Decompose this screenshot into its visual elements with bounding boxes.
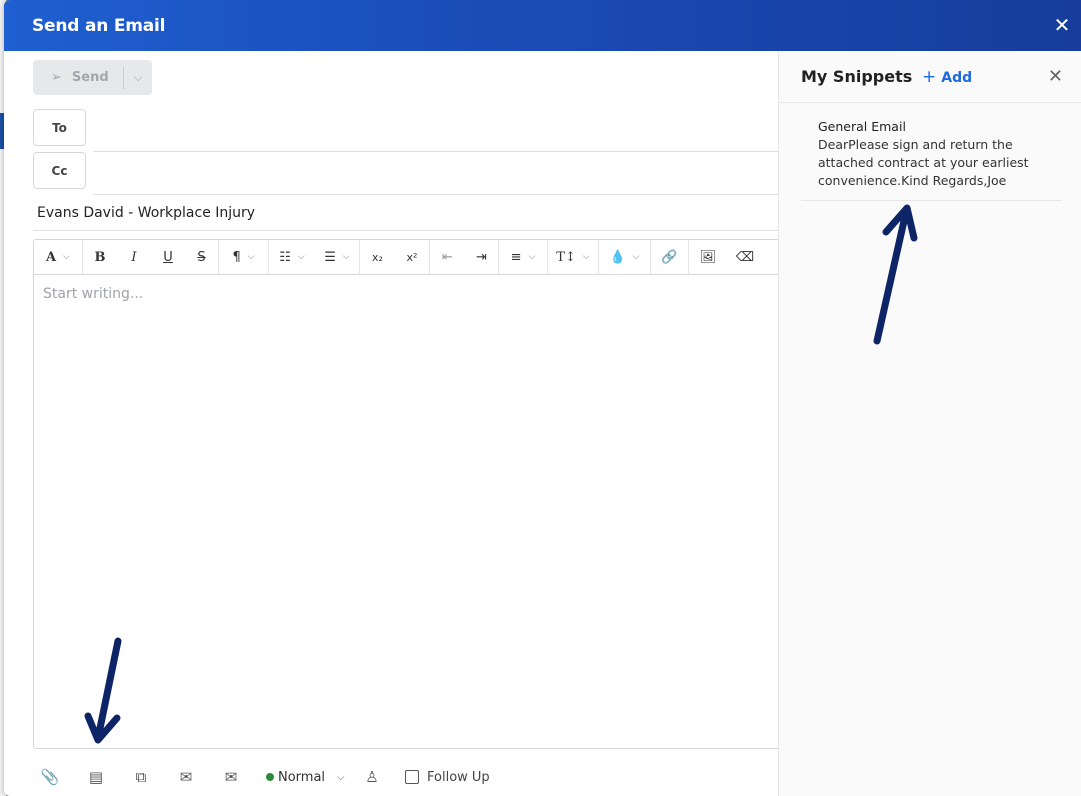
email-composer: ➢ Send ⌵ To Cc Evans David - Workplace I… xyxy=(4,51,793,796)
cc-button[interactable]: Cc xyxy=(33,152,86,189)
snippets-header: My Snippets + Add ✕ xyxy=(779,51,1081,103)
snippet-name: General Email xyxy=(818,119,906,134)
ordered-list-icon[interactable]: ☷ ⌵ xyxy=(269,240,315,275)
send-email-modal: Send an Email ✕ ➢ Send ⌵ To Cc Evans Dav… xyxy=(4,0,1081,796)
text-color-icon[interactable]: 💧 ⌵ xyxy=(599,239,651,275)
subject-input[interactable]: Evans David - Workplace Injury xyxy=(33,195,778,231)
composer-footer: 📎 ▤ ⧉ ✉ ✉ Normal ⌵ ♙ Follow Up xyxy=(4,756,778,796)
add-snippet-button[interactable]: + Add xyxy=(922,67,972,87)
plus-icon: + xyxy=(922,67,937,87)
to-button[interactable]: To xyxy=(33,109,86,146)
priority-select[interactable]: Normal ⌵ xyxy=(266,766,345,788)
eraser-icon[interactable]: ⌫ xyxy=(727,240,763,275)
follow-up-checkbox[interactable]: Follow Up xyxy=(405,766,490,788)
indent-icon[interactable]: ⇥ xyxy=(465,239,499,275)
snippet-body: DearPlease sign and return the attached … xyxy=(818,137,1029,188)
link-icon[interactable]: 🔗 xyxy=(651,239,689,275)
cc-row: Cc xyxy=(33,152,778,195)
snippet-icon[interactable]: ▤ xyxy=(85,766,107,788)
template-icon[interactable]: ⧉ xyxy=(130,766,152,788)
strikethrough-icon[interactable]: S xyxy=(185,239,219,275)
snippet-item[interactable]: General Email DearPlease sign and return… xyxy=(801,116,1062,201)
priority-dot xyxy=(266,773,274,781)
paragraph-icon[interactable]: ¶ ⌵ xyxy=(219,239,269,275)
font-family-icon[interactable]: A ⌵ xyxy=(34,239,83,275)
unordered-list-icon[interactable]: ☰ ⌵ xyxy=(315,239,360,275)
email-contacts-icon[interactable]: ✉ xyxy=(220,766,242,788)
text-size-icon[interactable]: T↕ ⌵ xyxy=(548,239,599,275)
send-icon: ➢ xyxy=(51,70,62,85)
checkbox-icon xyxy=(405,770,419,784)
send-label: Send xyxy=(71,70,109,85)
align-icon[interactable]: ≡ ⌵ xyxy=(499,239,548,275)
priority-value: Normal xyxy=(278,769,326,785)
send-button[interactable]: ➢ Send xyxy=(33,60,123,95)
underline-icon[interactable]: U xyxy=(151,240,185,275)
snippets-title: My Snippets xyxy=(801,67,913,86)
close-icon[interactable]: ✕ xyxy=(1048,66,1063,87)
close-icon[interactable]: ✕ xyxy=(1051,14,1073,36)
to-row: To xyxy=(33,109,778,152)
modal-header: Send an Email ✕ xyxy=(4,0,1081,51)
italic-icon[interactable]: I xyxy=(117,240,151,275)
follow-up-label: Follow Up xyxy=(427,769,490,785)
chevron-down-icon: ⌵ xyxy=(337,771,345,783)
bold-icon[interactable]: B xyxy=(83,240,117,275)
email-open-icon[interactable]: ✉ xyxy=(175,766,197,788)
modal-title: Send an Email xyxy=(32,15,166,36)
outdent-icon[interactable]: ⇤ xyxy=(430,240,465,275)
snippets-panel: My Snippets + Add ✕ General Email DearPle… xyxy=(778,51,1081,796)
chevron-down-icon[interactable]: ⌵ xyxy=(124,70,152,85)
subscript-icon[interactable]: x₂ xyxy=(360,240,395,275)
superscript-icon[interactable]: x² xyxy=(395,239,430,275)
user-signature-icon[interactable]: ♙ xyxy=(361,766,383,788)
rich-text-editor: A ⌵ B I U S ¶ ⌵ ☷ ⌵ ☰ ⌵ x₂ x² ⇤ ⇥ ≡ ⌵ T↕ ⌵ 💧 ⌵ … xyxy=(33,239,793,749)
send-button-group: ➢ Send ⌵ xyxy=(33,60,152,95)
attachment-icon[interactable]: 📎 xyxy=(39,766,61,788)
editor-placeholder[interactable]: Start writing... xyxy=(34,275,792,302)
image-icon[interactable]: 🖼 xyxy=(689,240,727,275)
editor-toolbar: A ⌵ B I U S ¶ ⌵ ☷ ⌵ ☰ ⌵ x₂ x² ⇤ ⇥ ≡ ⌵ T↕ ⌵ 💧 ⌵ … xyxy=(34,239,792,275)
add-snippet-label: Add xyxy=(941,70,973,86)
